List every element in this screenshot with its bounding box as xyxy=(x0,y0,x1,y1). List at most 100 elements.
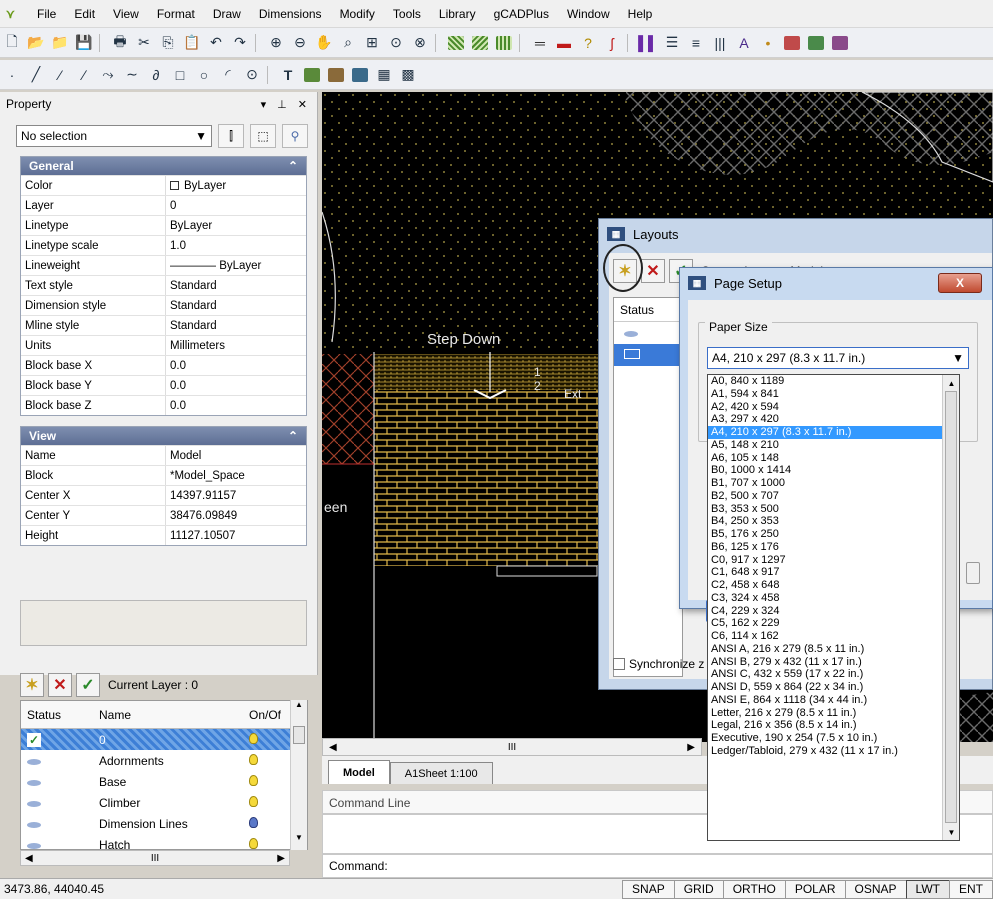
zoom-window-icon[interactable]: ⌕ xyxy=(338,33,358,53)
property-row[interactable]: Linetype ByLayer xyxy=(21,215,306,235)
property-row[interactable]: Height 11127.10507 xyxy=(21,525,306,545)
property-value[interactable]: *Model_Space xyxy=(166,466,306,485)
current-layer-check-icon[interactable]: ✓ xyxy=(21,732,93,747)
paper-size-option[interactable]: B2, 500 x 707 xyxy=(708,490,942,503)
scroll-down-icon[interactable]: ▼ xyxy=(943,824,960,840)
menu-item-help[interactable]: Help xyxy=(619,7,662,21)
save-icon[interactable]: 💾 xyxy=(74,33,94,53)
layer-row[interactable]: Hatch xyxy=(21,834,307,850)
raster-image-icon[interactable] xyxy=(782,33,802,53)
hatch-pattern-icon[interactable] xyxy=(446,33,466,53)
collapse-icon[interactable]: ⌃ xyxy=(288,159,298,173)
layer-on-off-bulb-icon[interactable] xyxy=(241,753,291,768)
scroll-thumb[interactable] xyxy=(293,726,305,744)
collapse-icon[interactable]: ⌃ xyxy=(288,429,298,443)
tab-model[interactable]: Model xyxy=(328,760,390,784)
property-row[interactable]: Block base Z 0.0 xyxy=(21,395,306,415)
paper-size-option[interactable]: C1, 648 x 917 xyxy=(708,566,942,579)
paper-size-option[interactable]: ANSI B, 279 x 432 (11 x 17 in.) xyxy=(708,656,942,669)
property-row[interactable]: Dimension style Standard xyxy=(21,295,306,315)
property-value[interactable]: 0.0 xyxy=(166,356,306,375)
grid-toggle[interactable]: GRID xyxy=(673,879,724,899)
ray-icon[interactable]: ∕ xyxy=(74,65,94,85)
property-value[interactable]: 0 xyxy=(166,196,306,215)
layouts-row-icon[interactable] xyxy=(614,322,682,344)
insert-block-icon[interactable] xyxy=(302,65,322,85)
paper-size-option[interactable]: ANSI E, 864 x 1118 (34 x 44 in.) xyxy=(708,694,942,707)
scroll-left-icon[interactable]: ◀ xyxy=(329,742,337,753)
write-block-icon[interactable] xyxy=(350,65,370,85)
layer-icon[interactable]: ʃ xyxy=(602,33,622,53)
redo-icon[interactable]: ↷ xyxy=(230,33,250,53)
layer-row[interactable]: Dimension Lines xyxy=(21,813,307,834)
table-icon[interactable]: ▦ xyxy=(374,65,394,85)
new-file-icon[interactable]: 🗋 xyxy=(2,33,22,53)
canvas-horizontal-scrollbar[interactable]: ◀ III ▶ xyxy=(322,738,702,756)
polyline-icon[interactable]: ⤳ xyxy=(98,65,118,85)
paper-size-option[interactable]: C6, 114 x 162 xyxy=(708,630,942,643)
paper-size-option[interactable]: A4, 210 x 297 (8.3 x 11.7 in.) xyxy=(708,426,942,439)
menu-item-library[interactable]: Library xyxy=(430,7,485,21)
property-row[interactable]: Block base Y 0.0 xyxy=(21,375,306,395)
menu-item-edit[interactable]: Edit xyxy=(65,7,104,21)
paper-size-dropdown[interactable]: A4, 210 x 297 (8.3 x 11.7 in.) ▼ xyxy=(707,347,969,369)
delete-layer-button[interactable]: ✕ xyxy=(48,673,72,697)
name-column-header[interactable]: Name xyxy=(93,708,241,722)
paper-size-option[interactable]: Executive, 190 x 254 (7.5 x 10 in.) xyxy=(708,732,942,745)
property-value[interactable]: Standard xyxy=(166,316,306,335)
paper-size-option[interactable]: B6, 125 x 176 xyxy=(708,541,942,554)
layer-on-off-bulb-icon[interactable] xyxy=(241,837,291,850)
view-group-header[interactable]: View ⌃ xyxy=(21,427,306,445)
new-layer-button[interactable]: ✶ xyxy=(20,673,44,697)
linetype-icon[interactable]: ═ xyxy=(530,33,550,53)
freehand-icon[interactable]: ∂ xyxy=(146,65,166,85)
rectangle-icon[interactable]: □ xyxy=(170,65,190,85)
copy-icon[interactable]: ⎘ xyxy=(158,33,178,53)
set-current-layer-button[interactable]: ✓ xyxy=(76,673,100,697)
property-row[interactable]: Center Y 38476.09849 xyxy=(21,505,306,525)
menu-item-dimensions[interactable]: Dimensions xyxy=(250,7,331,21)
columns-icon[interactable]: ||| xyxy=(710,33,730,53)
lineweight-icon[interactable]: ▌▌ xyxy=(638,33,658,53)
layouts-dialog-titlebar[interactable]: ▦ Layouts xyxy=(599,219,992,249)
text-icon[interactable]: T xyxy=(278,65,298,85)
layer-on-off-bulb-icon[interactable] xyxy=(241,795,291,810)
layer-on-off-bulb-icon[interactable] xyxy=(241,774,291,789)
status-column-header[interactable]: Status xyxy=(21,708,93,722)
property-value[interactable]: 11127.10507 xyxy=(166,526,306,545)
open-file-icon[interactable]: 📂 xyxy=(26,33,46,53)
paste-icon[interactable]: 📋 xyxy=(182,33,202,53)
paper-size-option[interactable]: Letter, 216 x 279 (8.5 x 11 in.) xyxy=(708,707,942,720)
text-style-icon[interactable]: A xyxy=(734,33,754,53)
image-frame-icon[interactable] xyxy=(806,33,826,53)
property-row[interactable]: Layer 0 xyxy=(21,195,306,215)
scroll-thumb[interactable] xyxy=(945,391,957,823)
property-value[interactable]: ———— ByLayer xyxy=(166,256,306,275)
lwt-toggle[interactable]: LWT xyxy=(905,879,950,899)
menu-item-file[interactable]: File xyxy=(28,7,65,21)
paper-size-option[interactable]: A1, 594 x 841 xyxy=(708,388,942,401)
properties-icon[interactable]: ☰ xyxy=(662,33,682,53)
property-row[interactable]: Text style Standard xyxy=(21,275,306,295)
paper-size-option[interactable]: ANSI C, 432 x 559 (17 x 22 in.) xyxy=(708,668,942,681)
hatch-solid-icon[interactable] xyxy=(494,33,514,53)
property-value[interactable]: Standard xyxy=(166,276,306,295)
selection-dropdown[interactable]: No selection ▼ xyxy=(16,125,212,147)
property-value[interactable]: ByLayer xyxy=(166,176,306,195)
onoff-column-header[interactable]: On/Of xyxy=(241,708,291,722)
menu-item-window[interactable]: Window xyxy=(558,7,619,21)
scroll-right-icon[interactable]: ▶ xyxy=(277,853,285,864)
osnap-toggle[interactable]: OSNAP xyxy=(844,879,907,899)
layer-row[interactable]: ✓ 0 xyxy=(21,729,307,750)
select-objects-button[interactable]: ⬚ xyxy=(250,124,276,148)
hatch-edit-icon[interactable] xyxy=(470,33,490,53)
layer-on-off-bulb-icon[interactable] xyxy=(241,732,291,747)
paper-size-option[interactable]: ANSI A, 216 x 279 (8.5 x 11 in.) xyxy=(708,643,942,656)
layer-row[interactable]: Climber xyxy=(21,792,307,813)
property-row[interactable]: Lineweight ———— ByLayer xyxy=(21,255,306,275)
snap-toggle[interactable]: SNAP xyxy=(622,879,675,899)
property-value[interactable]: Standard xyxy=(166,296,306,315)
property-value[interactable]: 1.0 xyxy=(166,236,306,255)
paper-size-option[interactable]: C5, 162 x 229 xyxy=(708,617,942,630)
xline-icon[interactable]: ⁄ xyxy=(50,65,70,85)
